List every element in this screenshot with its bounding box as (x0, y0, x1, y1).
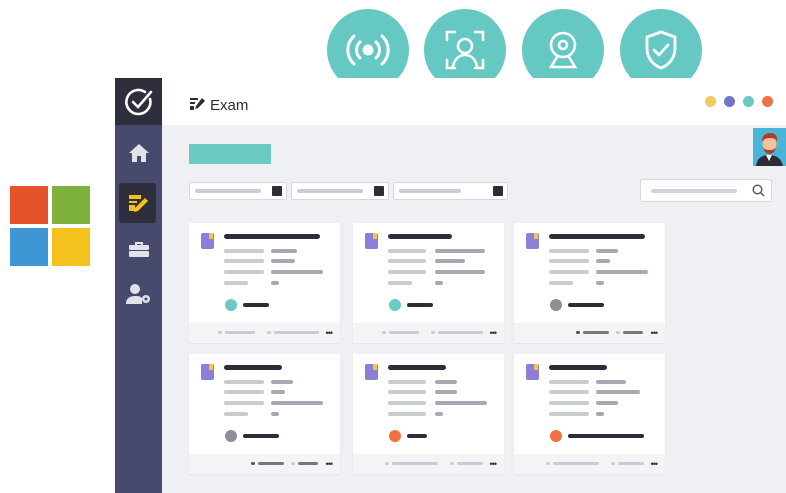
book-icon (526, 364, 539, 380)
more-icon[interactable]: ••• (490, 460, 498, 469)
status-alert-icon (550, 430, 562, 442)
home-icon (128, 144, 149, 162)
sidebar (115, 78, 162, 493)
book-icon (365, 233, 378, 249)
header-bar: Exam (162, 78, 786, 125)
windows-logo-icon (10, 186, 90, 266)
exam-edit-icon (128, 195, 148, 212)
edit-icon (374, 186, 384, 196)
banner-block (189, 144, 271, 164)
filter-field-2[interactable] (291, 182, 389, 200)
more-icon[interactable]: ••• (490, 329, 498, 338)
edit-icon (190, 96, 206, 116)
window-dots (705, 96, 773, 107)
exam-card[interactable]: ••• (514, 223, 665, 343)
avatar[interactable] (753, 128, 786, 166)
exam-card[interactable]: ••• (353, 223, 504, 343)
edit-icon (272, 186, 282, 196)
dot-teal (743, 96, 754, 107)
page-title: Exam (210, 97, 249, 114)
status-ok-icon (225, 299, 237, 311)
exam-card[interactable]: ••• (514, 354, 665, 474)
face-recognition-icon (445, 30, 485, 70)
exam-card[interactable]: ••• (353, 354, 504, 474)
card-footer: ••• (514, 323, 665, 343)
status-alert-icon (389, 430, 401, 442)
edit-icon (493, 186, 503, 196)
exam-card[interactable]: ••• (189, 223, 340, 343)
card-footer: ••• (514, 454, 665, 474)
filter-field-1[interactable] (189, 182, 287, 200)
status-none-icon (550, 299, 562, 311)
book-icon (365, 364, 378, 380)
more-icon[interactable]: ••• (326, 329, 334, 338)
search-icon (752, 184, 765, 197)
brand-logo[interactable] (115, 78, 162, 125)
user-settings-icon (125, 284, 150, 304)
more-icon[interactable]: ••• (651, 329, 659, 338)
more-icon[interactable]: ••• (326, 460, 334, 469)
more-icon[interactable]: ••• (651, 460, 659, 469)
toolbox-icon (128, 242, 149, 257)
nav-item-user-settings[interactable] (115, 274, 162, 314)
dot-purple (724, 96, 735, 107)
book-icon (201, 233, 214, 249)
check-circle-logo-icon (124, 88, 152, 115)
search-input[interactable] (640, 179, 772, 202)
card-footer: ••• (353, 454, 504, 474)
status-ok-icon (389, 299, 401, 311)
webcam-icon (548, 31, 578, 69)
exam-card[interactable]: ••• (189, 354, 340, 474)
filter-field-3[interactable] (393, 182, 508, 200)
card-footer: ••• (353, 323, 504, 343)
card-footer: ••• (189, 454, 340, 474)
broadcast-icon (346, 34, 390, 66)
nav-item-home[interactable] (115, 133, 162, 173)
dot-orange (762, 96, 773, 107)
book-icon (526, 233, 539, 249)
nav-item-exam[interactable] (119, 183, 156, 223)
app-window: Exam ••• ••• ••• ••• ••• ••• (115, 78, 786, 493)
status-none-icon (225, 430, 237, 442)
dot-yellow (705, 96, 716, 107)
book-icon (201, 364, 214, 380)
shield-check-icon (645, 30, 677, 70)
nav-item-toolbox[interactable] (115, 229, 162, 269)
card-footer: ••• (189, 323, 340, 343)
